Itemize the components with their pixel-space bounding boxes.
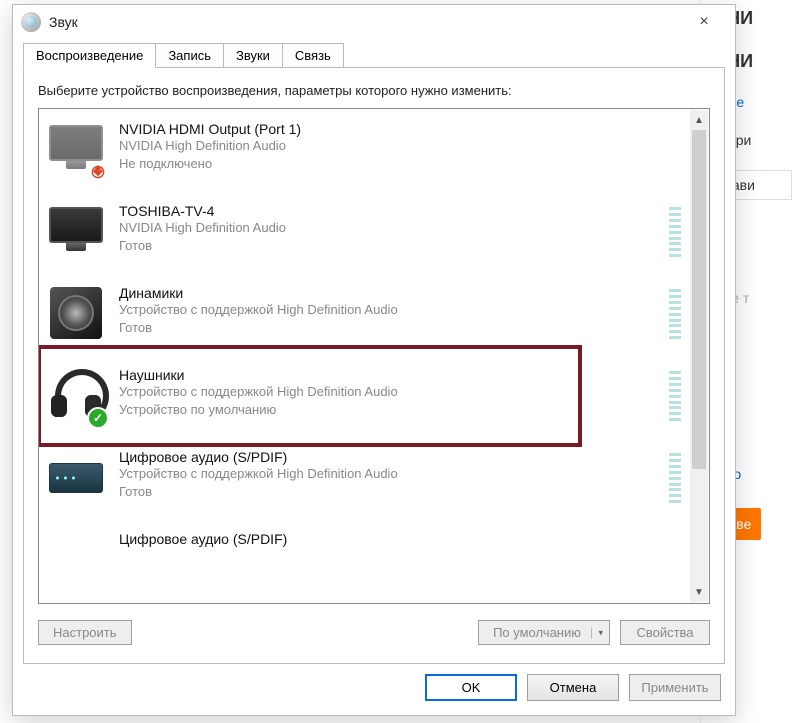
properties-button[interactable]: Свойства bbox=[620, 620, 710, 645]
device-status: Готов bbox=[119, 237, 286, 255]
level-meter-icon bbox=[669, 453, 681, 503]
device-status: Готов bbox=[119, 319, 398, 337]
device-name: Наушники bbox=[119, 367, 398, 383]
device-info: Наушники Устройство с поддержкой High De… bbox=[119, 367, 398, 418]
device-name: NVIDIA HDMI Output (Port 1) bbox=[119, 121, 301, 137]
apply-button[interactable]: Применить bbox=[629, 674, 721, 701]
device-info: NVIDIA HDMI Output (Port 1) NVIDIA High … bbox=[119, 121, 301, 172]
tab-panel: Выберите устройство воспроизведения, пар… bbox=[23, 67, 725, 664]
level-meter-icon bbox=[669, 371, 681, 421]
scroll-down-icon[interactable]: ▼ bbox=[690, 582, 708, 602]
close-icon: × bbox=[699, 14, 708, 30]
device-desc: NVIDIA High Definition Audio bbox=[119, 219, 286, 237]
device-name: TOSHIBA-TV-4 bbox=[119, 203, 286, 219]
scrollbar[interactable]: ▲ ▼ bbox=[690, 110, 708, 602]
device-info: Цифровое аудио (S/PDIF) bbox=[119, 531, 287, 547]
dialog-title: Звук bbox=[49, 14, 78, 30]
scroll-up-icon[interactable]: ▲ bbox=[690, 110, 708, 130]
device-name: Цифровое аудио (S/PDIF) bbox=[119, 449, 398, 465]
device-desc: Устройство с поддержкой High Definition … bbox=[119, 465, 398, 483]
device-name: Динамики bbox=[119, 285, 398, 301]
dialog-buttons: OK Отмена Применить bbox=[13, 674, 735, 715]
tab-recording[interactable]: Запись bbox=[155, 43, 224, 68]
device-row[interactable]: NVIDIA HDMI Output (Port 1) NVIDIA High … bbox=[39, 109, 689, 191]
device-desc: Устройство с поддержкой High Definition … bbox=[119, 383, 398, 401]
device-row[interactable]: Цифровое аудио (S/PDIF) Устройство с под… bbox=[39, 437, 689, 519]
configure-button[interactable]: Настроить bbox=[38, 620, 132, 645]
tab-row: Воспроизведение Запись Звуки Связь bbox=[13, 39, 735, 68]
device-info: Цифровое аудио (S/PDIF) Устройство с под… bbox=[119, 449, 398, 500]
device-row[interactable]: Цифровое аудио (S/PDIF) bbox=[39, 519, 689, 589]
device-desc: NVIDIA High Definition Audio bbox=[119, 137, 301, 155]
device-status: Не подключено bbox=[119, 155, 301, 173]
headphones-icon bbox=[47, 367, 105, 425]
device-list: NVIDIA HDMI Output (Port 1) NVIDIA High … bbox=[38, 108, 710, 604]
tab-playback[interactable]: Воспроизведение bbox=[23, 43, 156, 68]
device-status: Готов bbox=[119, 483, 398, 501]
digital-audio-icon bbox=[47, 449, 105, 507]
cancel-button[interactable]: Отмена bbox=[527, 674, 619, 701]
level-meter-icon bbox=[669, 207, 681, 257]
device-desc: Устройство с поддержкой High Definition … bbox=[119, 301, 398, 319]
device-row[interactable]: TOSHIBA-TV-4 NVIDIA High Definition Audi… bbox=[39, 191, 689, 273]
device-row[interactable]: Динамики Устройство с поддержкой High De… bbox=[39, 273, 689, 355]
panel-buttons: Настроить По умолчанию Свойства bbox=[38, 620, 710, 645]
instruction-text: Выберите устройство воспроизведения, пар… bbox=[38, 82, 710, 100]
default-button[interactable]: По умолчанию bbox=[478, 620, 610, 645]
sound-icon bbox=[21, 12, 41, 32]
speaker-icon bbox=[47, 285, 105, 343]
device-scroll-area: NVIDIA HDMI Output (Port 1) NVIDIA High … bbox=[39, 109, 689, 603]
sound-dialog: Звук × Воспроизведение Запись Звуки Связ… bbox=[12, 4, 736, 716]
scroll-track[interactable] bbox=[690, 130, 708, 582]
device-status: Устройство по умолчанию bbox=[119, 401, 398, 419]
device-name: Цифровое аудио (S/PDIF) bbox=[119, 531, 287, 547]
level-meter-icon bbox=[669, 289, 681, 339]
monitor-icon bbox=[47, 121, 105, 179]
device-info: TOSHIBA-TV-4 NVIDIA High Definition Audi… bbox=[119, 203, 286, 254]
device-row[interactable]: Наушники Устройство с поддержкой High De… bbox=[39, 355, 689, 437]
digital-audio-icon bbox=[47, 531, 105, 589]
tab-sounds[interactable]: Звуки bbox=[223, 43, 283, 68]
device-info: Динамики Устройство с поддержкой High De… bbox=[119, 285, 398, 336]
tab-communication[interactable]: Связь bbox=[282, 43, 344, 68]
close-button[interactable]: × bbox=[681, 7, 727, 37]
monitor-icon bbox=[47, 203, 105, 261]
ok-button[interactable]: OK bbox=[425, 674, 517, 701]
disconnected-badge-icon bbox=[87, 161, 109, 183]
titlebar: Звук × bbox=[13, 5, 735, 39]
default-badge-icon bbox=[87, 407, 109, 429]
scroll-thumb[interactable] bbox=[692, 130, 706, 469]
